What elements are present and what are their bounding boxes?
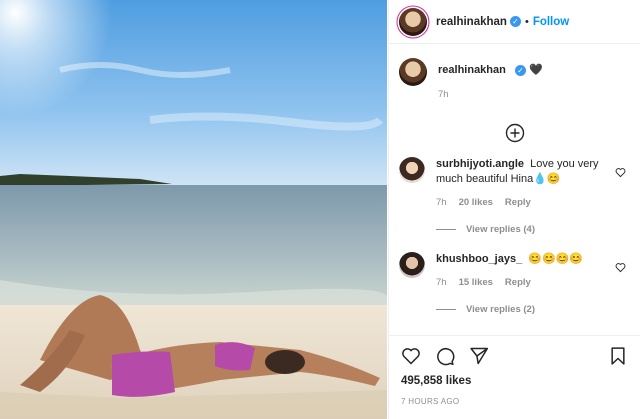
comment-time[interactable]: 7h — [436, 195, 447, 210]
bookmark-icon[interactable] — [608, 346, 628, 366]
view-replies-button[interactable]: View replies (4) — [436, 224, 630, 235]
reply-button[interactable]: Reply — [505, 195, 531, 210]
verified-badge-icon: ✓ — [514, 64, 526, 76]
comment-username[interactable]: surbhijyoti.angle — [436, 158, 524, 170]
replies-divider — [436, 229, 456, 230]
post-detail-panel: realhinakhan ✓ • Follow realhinakhan ✓ 🖤… — [388, 0, 640, 419]
view-replies-button[interactable]: View replies (2) — [436, 304, 630, 315]
comment-icon[interactable] — [435, 346, 455, 366]
caption-time[interactable]: 7h — [438, 87, 449, 102]
comments-section: realhinakhan ✓ 🖤 7h surbhijyoti.angle Lo… — [389, 44, 640, 315]
view-replies-label: View replies (2) — [466, 304, 535, 315]
action-icons — [401, 346, 628, 366]
view-replies-label: View replies (4) — [466, 224, 535, 235]
caption-username[interactable]: realhinakhan — [438, 64, 506, 76]
commenter-avatar[interactable] — [399, 252, 425, 278]
reply-button[interactable]: Reply — [505, 275, 531, 290]
heart-icon[interactable] — [401, 346, 421, 366]
comment-item: khushboo_jays_ 😊😊😊😊 7h 15 likes Reply — [399, 252, 630, 290]
plus-circle-icon[interactable] — [505, 123, 525, 143]
comment-item: surbhijyoti.angle Love you very much bea… — [399, 157, 630, 210]
author-username[interactable]: realhinakhan — [436, 16, 507, 28]
caption-text: 🖤 — [528, 64, 543, 76]
comment-time[interactable]: 7h — [436, 275, 447, 290]
verified-badge-icon: ✓ — [509, 16, 521, 27]
heart-icon[interactable] — [615, 262, 626, 273]
caption: realhinakhan ✓ 🖤 7h — [399, 58, 630, 102]
commenter-avatar[interactable] — [399, 157, 425, 183]
comment-username[interactable]: khushboo_jays_ — [436, 253, 522, 265]
post-actions: 495,858 likes 7 HOURS AGO — [389, 335, 640, 406]
post-timestamp[interactable]: 7 HOURS AGO — [401, 397, 628, 406]
comment-text: 😊😊😊😊 — [528, 253, 584, 265]
author-avatar[interactable] — [399, 7, 427, 36]
beach-photo-image — [0, 0, 387, 419]
follow-button[interactable]: Follow — [533, 16, 569, 28]
heart-icon[interactable] — [615, 167, 626, 178]
post-photo[interactable] — [0, 0, 387, 419]
separator-dot: • — [524, 15, 529, 28]
likes-count[interactable]: 495,858 likes — [401, 375, 628, 387]
comment-likes[interactable]: 20 likes — [459, 195, 493, 210]
caption-avatar[interactable] — [399, 58, 427, 86]
share-icon[interactable] — [469, 346, 489, 366]
comment-likes[interactable]: 15 likes — [459, 275, 493, 290]
post-header: realhinakhan ✓ • Follow — [389, 0, 640, 44]
replies-divider — [436, 309, 456, 310]
